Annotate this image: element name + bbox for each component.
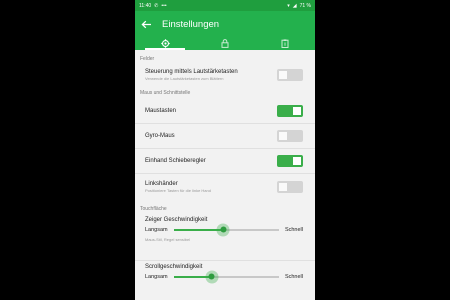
tab-settings[interactable]	[135, 37, 195, 50]
app-bar: Einstellungen	[135, 11, 315, 37]
section-maus: Maus und Schnittstelle	[140, 90, 191, 96]
slider-title: Zeiger Geschwindigkeit	[145, 217, 208, 223]
slider-max-label: Schnell	[284, 274, 303, 280]
setting-subtitle: Verwende die Lautstärketasten zum Blätte…	[145, 76, 224, 81]
slider-thumb[interactable]	[205, 270, 219, 284]
page-title: Einstellungen	[162, 18, 220, 30]
setting-title: Linkshänder	[145, 181, 178, 187]
setting-gyro-mouse[interactable]: Gyro-Maus	[135, 123, 315, 148]
section-touch: Touchfläche	[140, 206, 167, 212]
left-handed-toggle[interactable]	[277, 181, 303, 193]
setting-title: Gyro-Maus	[145, 133, 175, 139]
pointer-speed-setting: Zeiger Geschwindigkeit Langsam Schnell M…	[135, 214, 315, 260]
status-bar: 11:40 ✆ ••• ▾ ◢ 71 %	[135, 0, 315, 11]
signal-icon: ◢	[292, 2, 297, 9]
settings-list: Felder Steuerung mittels Lautstärketaste…	[135, 50, 315, 290]
setting-mouse-keys[interactable]: Maustasten	[135, 98, 315, 123]
setting-subtitle: Positioniere Tasten für die linke Hand	[145, 188, 211, 193]
lock-icon	[221, 35, 229, 53]
tab-clipboard[interactable]	[255, 37, 315, 50]
tab-lock[interactable]	[195, 37, 255, 50]
dots-icon: •••	[161, 2, 167, 9]
pointer-speed-slider[interactable]	[173, 223, 279, 237]
setting-title: Maustasten	[145, 107, 177, 114]
back-arrow-icon[interactable]	[140, 18, 152, 30]
scroll-speed-setting: Scrollgeschwindigkeit Langsam Schnell	[135, 260, 315, 290]
phone-icon: ✆	[154, 2, 159, 9]
wifi-icon: ▾	[287, 2, 290, 9]
setting-one-hand-slider[interactable]: Einhand Schieberegler	[135, 148, 315, 173]
scroll-speed-slider[interactable]	[173, 270, 279, 284]
setting-left-handed[interactable]: Linkshänder Positioniere Tasten für die …	[135, 173, 315, 200]
gyro-mouse-toggle[interactable]	[277, 130, 303, 142]
status-time: 11:40	[139, 2, 152, 9]
phone-screen: 11:40 ✆ ••• ▾ ◢ 71 % Einstellungen Felde…	[135, 0, 315, 300]
setting-volume-keys[interactable]: Steuerung mittels Lautstärketasten Verwe…	[135, 64, 315, 86]
slider-subtitle: Maus-Stil, Regel sensibel	[145, 237, 191, 242]
setting-title: Einhand Schieberegler	[145, 158, 206, 164]
slider-min-label: Langsam	[145, 227, 168, 233]
clipboard-icon	[281, 35, 289, 53]
slider-max-label: Schnell	[284, 227, 303, 233]
slider-min-label: Langsam	[145, 274, 168, 280]
battery-text: 71 %	[299, 2, 311, 9]
one-hand-slider-toggle[interactable]	[277, 155, 303, 167]
slider-thumb[interactable]	[216, 223, 230, 237]
slider-title: Scrollgeschwindigkeit	[145, 264, 203, 270]
mouse-keys-toggle[interactable]	[277, 104, 303, 117]
tab-bar	[135, 37, 315, 50]
setting-title: Steuerung mittels Lautstärketasten	[145, 69, 238, 75]
volume-keys-toggle[interactable]	[277, 69, 303, 81]
gear-icon	[160, 35, 170, 53]
